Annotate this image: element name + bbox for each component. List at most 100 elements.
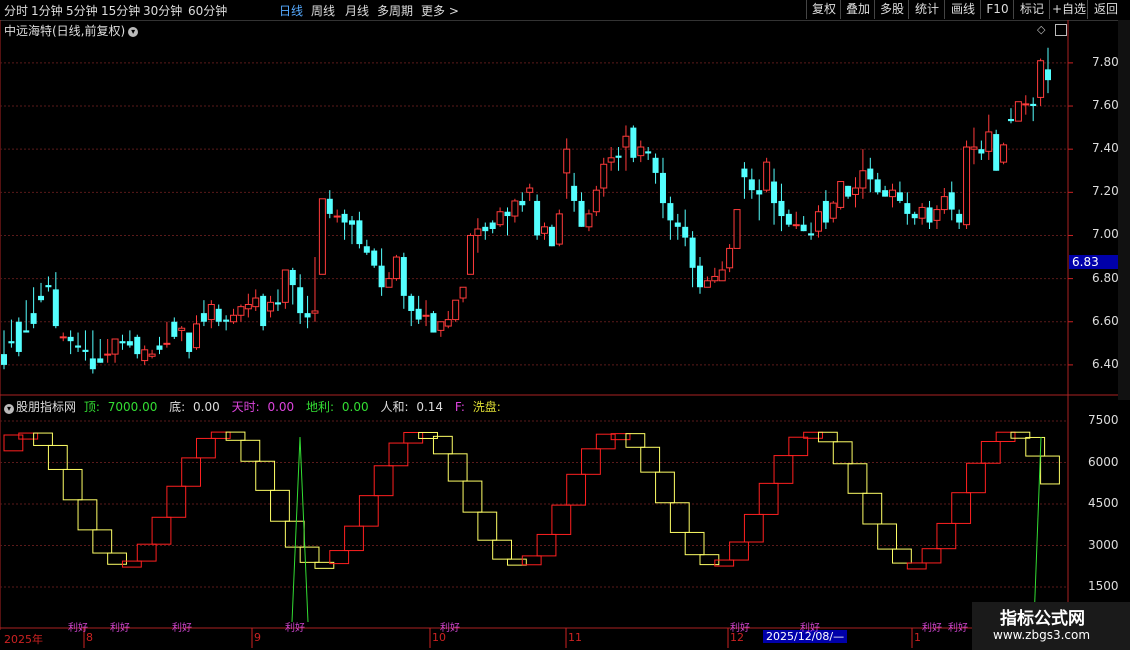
candle-body-38 — [281, 269, 289, 303]
ind-box-74 — [551, 504, 572, 535]
candle-body-64 — [474, 228, 482, 236]
ind-box-86 — [640, 446, 661, 473]
candle-body-123 — [911, 213, 918, 219]
ind-tick-label-1: 6000 — [1088, 454, 1119, 469]
candle-body-136 — [1007, 118, 1014, 122]
candle-body-110 — [814, 211, 822, 232]
candle-body-105 — [778, 200, 785, 217]
candle-body-29 — [215, 308, 222, 322]
date-month-3: 11 — [568, 631, 582, 644]
ind-spike-1 — [291, 436, 309, 623]
indicator-name: 股朋指标网 — [16, 400, 77, 414]
candle-body-104 — [771, 181, 778, 204]
ind-box-30 — [225, 431, 246, 441]
candle-body-95 — [703, 280, 711, 288]
candle-body-44 — [326, 198, 333, 214]
tian-label: 天时: — [231, 400, 260, 414]
ind-box-100 — [743, 513, 764, 543]
candle-body-33 — [244, 303, 252, 310]
candle-body-106 — [785, 213, 792, 225]
ind-box-66 — [492, 539, 512, 560]
di-val: 0.00 — [341, 400, 369, 414]
candle-body-108 — [800, 224, 807, 232]
candle-body-72 — [534, 200, 541, 236]
candle-body-4 — [30, 313, 37, 324]
candle-body-121 — [896, 192, 903, 201]
ind-tick-label-3: 3000 — [1088, 537, 1119, 552]
date-month-1: 9 — [254, 631, 261, 644]
candle-body-39 — [289, 269, 296, 286]
candle-body-8 — [59, 336, 67, 339]
candle-body-70 — [519, 200, 526, 206]
ind-box-116 — [862, 492, 883, 525]
ind-box-46 — [344, 525, 364, 552]
candle-body-127 — [940, 196, 948, 211]
candle-body-84 — [622, 135, 630, 148]
candle-body-120 — [889, 189, 897, 198]
price-tick-label-4: 7.00 — [1092, 227, 1119, 242]
candle-body-77 — [571, 185, 578, 201]
ind-box-64 — [477, 511, 498, 541]
candle-body-1 — [8, 341, 15, 344]
candle-body-91 — [674, 222, 681, 227]
candle-body-131 — [970, 146, 978, 150]
ind-box-54 — [403, 431, 424, 444]
ind-box-50 — [373, 465, 394, 497]
ind-box-130 — [966, 462, 986, 494]
ind-box-36 — [270, 489, 290, 522]
candle-body-102 — [756, 190, 763, 195]
ind-box-134 — [995, 431, 1016, 442]
right-sidebar[interactable] — [1118, 20, 1130, 400]
candle-body-27 — [200, 313, 207, 322]
candle-body-112 — [829, 202, 837, 219]
ind-box-14 — [107, 552, 127, 565]
signal-label-1: 利好 — [110, 623, 130, 634]
candle-body-129 — [956, 213, 963, 223]
ren-val: 0.14 — [416, 400, 444, 414]
candle-body-100 — [741, 168, 748, 178]
candle-body-24 — [178, 327, 186, 331]
indicator-collapse-icon[interactable]: ▾ — [4, 404, 14, 414]
candle-body-30 — [223, 319, 230, 322]
signal-label-3: 利好 — [285, 623, 305, 634]
candle-body-48 — [356, 220, 363, 245]
candle-body-73 — [541, 226, 549, 234]
candle-body-65 — [482, 226, 489, 232]
candle-body-20 — [148, 353, 156, 357]
price-tick-label-7: 6.40 — [1092, 356, 1119, 371]
di-value: 地利: 0.00 — [306, 400, 373, 414]
ind-box-20 — [151, 516, 172, 545]
candle-body-88 — [652, 157, 659, 173]
candle-body-111 — [822, 200, 829, 223]
ind-box-76 — [566, 473, 587, 506]
candle-body-68 — [504, 211, 511, 217]
candle-body-14 — [104, 353, 112, 356]
candle-body-130 — [963, 146, 971, 226]
candle-body-89 — [659, 172, 666, 204]
candle-body-53 — [392, 256, 400, 280]
candle-body-17 — [126, 341, 133, 346]
candle-body-13 — [97, 358, 104, 363]
candle-body-19 — [141, 349, 149, 362]
candle-body-31 — [230, 314, 238, 323]
signal-label-4: 利好 — [440, 623, 460, 634]
candle-body-74 — [548, 226, 555, 247]
candle-body-46 — [341, 213, 348, 223]
price-chart[interactable] — [0, 0, 1130, 650]
ind-box-84 — [625, 433, 646, 448]
candle-body-78 — [578, 200, 585, 227]
candle-body-92 — [682, 226, 689, 238]
tian-val: 0.00 — [267, 400, 295, 414]
candle-body-135 — [1000, 144, 1008, 163]
candle-body-96 — [711, 275, 719, 282]
ind-box-78 — [581, 448, 601, 475]
date-year: 2025年 — [4, 633, 43, 646]
candle-body-66 — [489, 222, 496, 229]
candle-body-62 — [459, 286, 467, 299]
ind-tick-label-0: 7500 — [1088, 413, 1119, 427]
candle-body-140 — [1037, 60, 1045, 98]
candle-body-18 — [134, 336, 141, 355]
bottom-label: 底: — [169, 400, 186, 414]
candle-body-26 — [193, 323, 201, 349]
ind-box-92 — [684, 531, 705, 556]
